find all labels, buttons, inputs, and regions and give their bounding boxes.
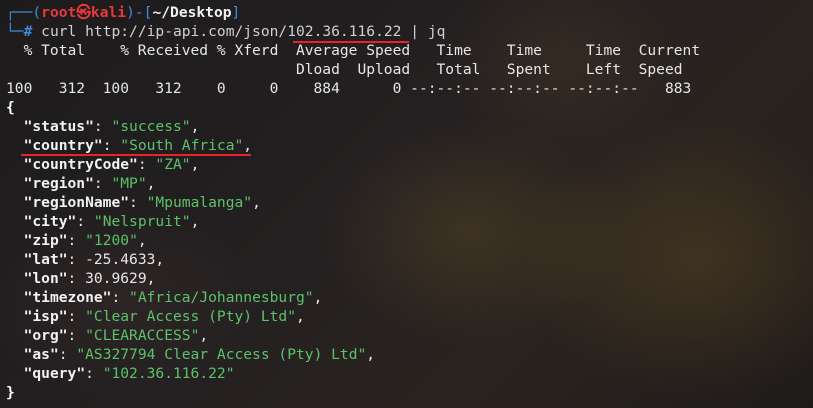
command-jq: jq — [427, 23, 446, 40]
json-close-brace: } — [6, 384, 15, 401]
terminal-window[interactable]: ┌──(root㉿kali)-[~/Desktop] └─# curl http… — [0, 0, 813, 408]
json-entry-org: "org": "CLEARACCESS", — [23, 327, 209, 344]
progress-row: 100 312 100 312 0 0 884 0 --:--:-- --:--… — [6, 80, 692, 97]
json-entry-country: "country": "South Africa", — [23, 137, 253, 154]
json-entry-as: "as": "AS327794 Clear Access (Pty) Ltd", — [23, 346, 376, 363]
prompt-host: kali — [90, 4, 127, 21]
command-pipe: | — [410, 23, 420, 40]
json-entry-countrycode: "countryCode": "ZA", — [23, 156, 200, 173]
prompt-at-icon: ㉿ — [76, 4, 91, 21]
command-ip: 102.36.116.22 — [287, 23, 402, 40]
json-entry-regionname: "regionName": "Mpumalanga", — [23, 194, 261, 211]
command-curl: curl — [41, 23, 77, 40]
json-entry-city: "city": "Nelspruit", — [23, 213, 200, 230]
json-entry-timezone: "timezone": "Africa/Johannesburg", — [23, 289, 323, 306]
json-entry-region: "region": "MP", — [23, 175, 156, 192]
prompt-corner-top: ┌── — [6, 4, 33, 21]
prompt-corner-bottom: └─ — [6, 23, 24, 40]
json-entry-query: "query": "102.36.116.22" — [23, 365, 235, 382]
prompt-cwd: ~/Desktop — [152, 4, 232, 21]
prompt-user: root — [41, 4, 77, 21]
json-open-brace: { — [6, 99, 15, 116]
json-entry-isp: "isp": "Clear Access (Pty) Ltd", — [23, 308, 305, 325]
progress-header-1: % Total % Received % Xferd Average Speed… — [6, 42, 701, 59]
command-url-prefix: http://ip-api.com/json/ — [85, 23, 288, 40]
prompt-hash: # — [23, 23, 33, 40]
json-entry-status: "status": "success", — [23, 118, 200, 135]
json-entry-lat: "lat": -25.4633, — [23, 251, 165, 268]
command-line[interactable]: └─# curl http://ip-api.com/json/102.36.1… — [6, 22, 445, 41]
json-entry-lon: "lon": 30.9629, — [23, 270, 156, 287]
json-entry-zip: "zip": "1200", — [23, 232, 147, 249]
progress-header-2: Dload Upload Total Spent Left Speed — [6, 61, 683, 78]
prompt-line: ┌──(root㉿kali)-[~/Desktop] — [6, 4, 241, 21]
